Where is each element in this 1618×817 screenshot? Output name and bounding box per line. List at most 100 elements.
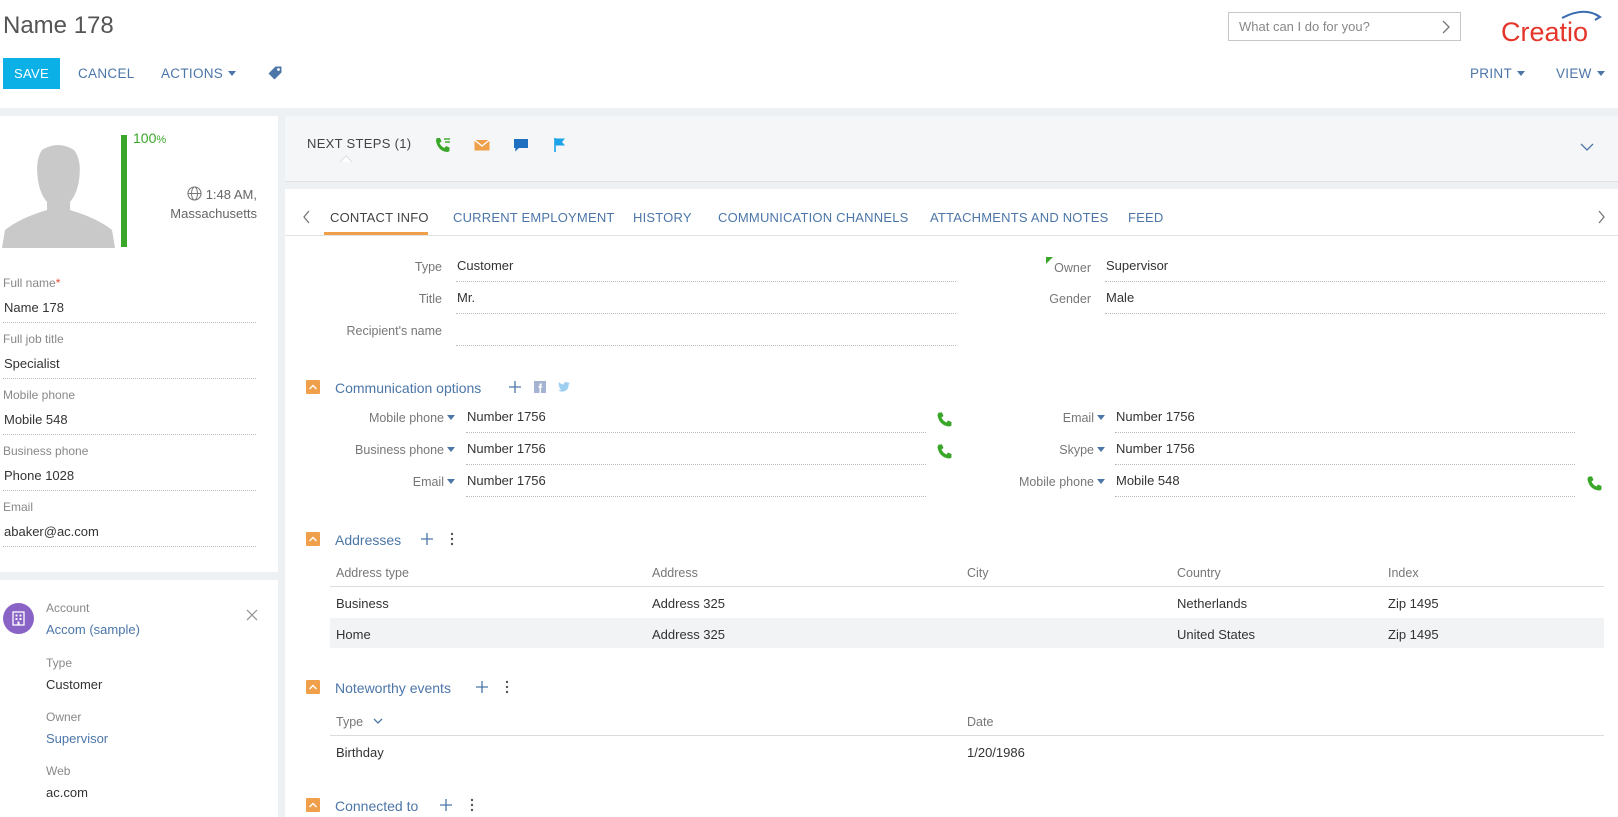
tab-contact-info[interactable]: CONTACT INFO [330, 210, 429, 225]
view-label: VIEW [1556, 66, 1592, 81]
cancel-button[interactable]: CANCEL [78, 66, 135, 81]
comm-email-label[interactable]: Email [320, 475, 455, 489]
add-icon[interactable] [439, 798, 453, 812]
tag-icon[interactable] [267, 65, 283, 81]
communication-section-title[interactable]: Communication options [335, 380, 481, 396]
owner-field[interactable]: Supervisor [1105, 256, 1605, 282]
account-panel [0, 580, 278, 817]
full-name-label: Full name* [3, 276, 61, 290]
chevron-down-icon [1097, 447, 1105, 453]
events-section-title[interactable]: Noteworthy events [335, 680, 451, 696]
comm-email-field[interactable]: Number 1756 [466, 471, 926, 497]
completeness-unit: % [156, 134, 167, 146]
column-event-type[interactable]: Type [336, 715, 383, 729]
chevron-up-icon [309, 802, 317, 808]
actions-button[interactable]: ACTIONS [161, 66, 237, 81]
account-type-label: Type [46, 656, 73, 670]
more-options-icon[interactable] [500, 680, 514, 694]
tab-current-employment[interactable]: CURRENT EMPLOYMENT [453, 210, 615, 225]
add-icon[interactable] [475, 680, 489, 694]
more-options-icon[interactable] [465, 798, 479, 812]
comm-skype-field[interactable]: Number 1756 [1115, 439, 1575, 465]
communication-section-toggle[interactable] [306, 380, 320, 394]
actions-label: ACTIONS [161, 66, 224, 81]
cell-event-date: 1/20/1986 [967, 745, 1025, 760]
addresses-section-title[interactable]: Addresses [335, 532, 401, 548]
cell-index: Zip 1495 [1388, 596, 1439, 611]
chevron-down-icon [447, 447, 455, 453]
phone-icon[interactable] [1586, 475, 1603, 492]
column-index[interactable]: Index [1388, 566, 1419, 580]
column-event-date[interactable]: Date [967, 715, 993, 729]
chat-icon[interactable] [512, 136, 530, 154]
search-input[interactable] [1229, 13, 1429, 40]
tab-history[interactable]: HISTORY [633, 210, 692, 225]
title-field[interactable]: Mr. [456, 288, 956, 314]
chevron-right-icon[interactable] [1596, 210, 1606, 224]
comm-business-phone-field[interactable]: Number 1756 [466, 439, 926, 465]
twitter-icon[interactable] [557, 380, 571, 394]
chevron-right-icon[interactable] [1440, 20, 1452, 34]
comm-mobile-right-field[interactable]: Mobile 548 [1115, 471, 1575, 497]
sort-down-icon [373, 718, 383, 724]
comm-mobile-phone-label[interactable]: Mobile phone [320, 411, 455, 425]
tab-feed[interactable]: FEED [1128, 210, 1163, 225]
job-title-field[interactable]: Specialist [3, 356, 256, 379]
comm-email-right-field[interactable]: Number 1756 [1115, 407, 1575, 433]
next-steps-tab[interactable]: NEXT STEPS (1) [307, 136, 411, 151]
chevron-down-icon[interactable] [1580, 142, 1594, 152]
account-icon [3, 603, 34, 634]
cell-country: United States [1177, 627, 1256, 642]
business-phone-field[interactable]: Phone 1028 [3, 468, 256, 491]
command-search[interactable] [1228, 12, 1461, 41]
timezone-name: Massachusetts [170, 206, 257, 221]
account-web-value: ac.com [46, 785, 88, 800]
avatar[interactable] [2, 138, 115, 248]
gender-field[interactable]: Male [1105, 288, 1605, 314]
add-icon[interactable] [508, 380, 522, 394]
column-city[interactable]: City [967, 566, 989, 580]
column-country[interactable]: Country [1177, 566, 1221, 580]
comm-mobile-phone-field[interactable]: Number 1756 [466, 407, 926, 433]
column-address-type[interactable]: Address type [336, 566, 409, 580]
close-icon[interactable] [245, 608, 259, 622]
account-owner-link[interactable]: Supervisor [46, 731, 108, 746]
cell-address: Address 325 [652, 627, 725, 642]
type-field[interactable]: Customer [456, 256, 956, 282]
save-button[interactable]: SAVE [3, 58, 60, 89]
comm-email-right-label[interactable]: Email [970, 411, 1105, 425]
flag-icon[interactable] [551, 136, 569, 154]
connected-section-toggle[interactable] [306, 798, 320, 812]
tab-pointer [340, 155, 352, 162]
tab-communication-channels[interactable]: COMMUNICATION CHANNELS [718, 210, 909, 225]
cell-country: Netherlands [1177, 596, 1248, 611]
comm-business-phone-label[interactable]: Business phone [320, 443, 455, 457]
tab-attachments-notes[interactable]: ATTACHMENTS AND NOTES [930, 210, 1109, 225]
print-button[interactable]: PRINT [1470, 66, 1525, 81]
recipient-name-field[interactable] [456, 320, 956, 346]
call-task-icon[interactable] [434, 136, 452, 154]
comm-mobile-right-label[interactable]: Mobile phone [970, 475, 1105, 489]
more-options-icon[interactable] [445, 532, 459, 546]
addresses-section-toggle[interactable] [306, 532, 320, 546]
account-link[interactable]: Accom (sample) [46, 622, 140, 637]
mobile-phone-field[interactable]: Mobile 548 [3, 412, 256, 435]
email-field[interactable]: abaker@ac.com [3, 524, 256, 547]
view-button[interactable]: VIEW [1556, 66, 1605, 81]
phone-icon[interactable] [936, 443, 953, 460]
grid-header-line [330, 735, 1604, 736]
full-name-field[interactable]: Name 178 [3, 300, 256, 323]
business-phone-label: Business phone [3, 444, 89, 458]
column-address[interactable]: Address [652, 566, 698, 580]
add-icon[interactable] [420, 532, 434, 546]
comm-skype-label[interactable]: Skype [970, 443, 1105, 457]
phone-icon[interactable] [936, 411, 953, 428]
chevron-left-icon[interactable] [302, 210, 312, 224]
account-label: Account [46, 601, 90, 615]
email-icon[interactable] [473, 136, 491, 154]
completeness-value: 100% [133, 130, 166, 146]
title-label: Title [418, 292, 442, 306]
events-section-toggle[interactable] [306, 680, 320, 694]
connected-section-title[interactable]: Connected to [335, 798, 418, 814]
facebook-icon[interactable] [534, 381, 546, 393]
